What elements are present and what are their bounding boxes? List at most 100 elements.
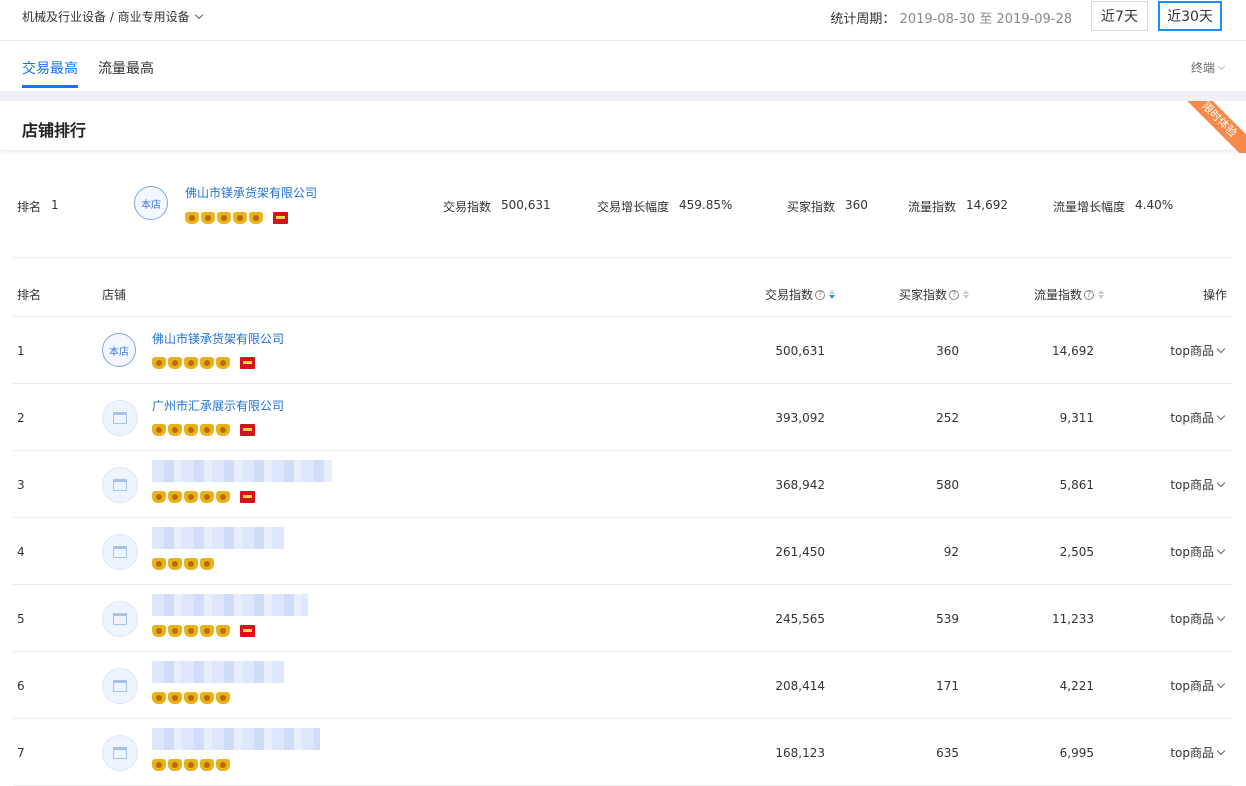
period-end: 2019-09-28 xyxy=(996,12,1072,27)
cell-buyers-index: 360 xyxy=(936,344,959,358)
terminal-select[interactable]: 终端 xyxy=(1191,59,1226,76)
section-title: 店铺排行 xyxy=(22,121,87,140)
crown-icon xyxy=(216,759,230,771)
blurred-shop-name xyxy=(152,594,308,616)
tmall-badge-icon xyxy=(273,212,288,224)
sort-icon[interactable] xyxy=(963,290,970,299)
top-products-dropdown[interactable]: top商品 xyxy=(1170,342,1226,359)
row-rank: 3 xyxy=(17,478,25,492)
shop-badges xyxy=(152,491,255,503)
tmall-badge-icon xyxy=(240,357,255,369)
crown-icon xyxy=(200,491,214,503)
help-icon[interactable]: ? xyxy=(815,289,826,300)
shop-badges xyxy=(152,424,255,436)
cell-buyers-index: 252 xyxy=(936,411,959,425)
table-row: 4 261,450 92 2,505 top商品 xyxy=(13,518,1232,585)
header-traffic-index-label: 流量指数 xyxy=(1034,288,1083,302)
header-traffic-index[interactable]: 流量指数 ? xyxy=(1034,286,1105,303)
shop-badges xyxy=(152,357,255,369)
top-products-dropdown[interactable]: top商品 xyxy=(1170,543,1226,560)
tab-top-trade[interactable]: 交易最高 xyxy=(22,58,78,78)
cell-buyers-index: 539 xyxy=(936,612,959,626)
blurred-shop-name xyxy=(152,527,284,549)
chevron-down-icon xyxy=(1216,612,1226,622)
shop-avatar xyxy=(102,467,138,503)
crown-icon xyxy=(168,692,182,704)
store-icon xyxy=(113,680,127,692)
top-products-dropdown[interactable]: top商品 xyxy=(1170,610,1226,627)
crown-icon xyxy=(184,491,198,503)
range-7-days-button[interactable]: 近7天 xyxy=(1091,1,1148,31)
summary-badges xyxy=(185,212,288,224)
summary-rank-label: 排名 xyxy=(17,200,42,214)
crown-icon xyxy=(168,424,182,436)
top-products-label: top商品 xyxy=(1170,411,1214,425)
cell-buyers-index: 92 xyxy=(943,545,959,559)
crown-icon xyxy=(152,491,166,503)
cell-traffic-index: 4,221 xyxy=(1059,679,1094,693)
crown-icon xyxy=(152,692,166,704)
crown-icon xyxy=(185,212,199,224)
crown-icon xyxy=(184,625,198,637)
header-operation: 操作 xyxy=(1203,288,1228,302)
header-buyers-index[interactable]: 买家指数 ? xyxy=(899,286,970,303)
help-icon[interactable]: ? xyxy=(1084,289,1095,300)
help-icon[interactable]: ? xyxy=(949,289,960,300)
sort-icon[interactable] xyxy=(1098,290,1105,299)
shop-badges xyxy=(152,625,255,637)
tab-top-traffic[interactable]: 流量最高 xyxy=(98,58,154,78)
crown-icon xyxy=(184,692,198,704)
my-shop-avatar: 本店 xyxy=(102,333,136,367)
top-products-label: top商品 xyxy=(1170,344,1214,358)
shop-avatar xyxy=(102,735,138,771)
chevron-down-icon xyxy=(1216,746,1226,756)
range-30-days-button[interactable]: 近30天 xyxy=(1158,1,1222,31)
crown-icon xyxy=(184,424,198,436)
top-products-dropdown[interactable]: top商品 xyxy=(1170,409,1226,426)
summary-trade-index: 500,631 xyxy=(501,198,551,212)
crown-icon xyxy=(168,625,182,637)
crown-icon xyxy=(184,357,198,369)
chevron-down-icon xyxy=(1216,545,1226,555)
store-icon xyxy=(113,412,127,424)
tab-bar: 交易最高 流量最高 终端 xyxy=(0,41,1246,91)
crown-icon xyxy=(152,759,166,771)
top-products-label: top商品 xyxy=(1170,478,1214,492)
shop-avatar xyxy=(102,668,138,704)
top-products-dropdown[interactable]: top商品 xyxy=(1170,744,1226,761)
chevron-down-icon xyxy=(194,10,203,20)
top-products-dropdown[interactable]: top商品 xyxy=(1170,677,1226,694)
header-rank: 排名 xyxy=(17,288,42,302)
table-row: 1 本店 佛山市镁承货架有限公司 500,631 360 14,692 top商品 xyxy=(13,317,1232,384)
summary-buyers-label: 买家指数 xyxy=(787,200,836,214)
active-tab-indicator xyxy=(22,85,78,88)
header-trade-index[interactable]: 交易指数 ? xyxy=(765,286,836,303)
corner-ribbon: 限时体验 xyxy=(1186,101,1246,153)
top-products-dropdown[interactable]: top商品 xyxy=(1170,476,1226,493)
sort-icon[interactable] xyxy=(829,290,836,299)
summary-rank: 1 xyxy=(51,198,59,212)
shop-name-link[interactable]: 佛山市镁承货架有限公司 xyxy=(152,330,284,347)
category-breadcrumb[interactable]: 机械及行业设备 / 商业专用设备 xyxy=(22,8,203,25)
summary-traffic-growth: 4.40% xyxy=(1135,198,1174,212)
store-icon xyxy=(113,479,127,491)
chevron-down-icon xyxy=(1216,679,1226,689)
row-rank: 7 xyxy=(17,746,25,760)
breadcrumb-text: 机械及行业设备 / 商业专用设备 xyxy=(22,10,190,24)
shop-badges xyxy=(152,558,214,570)
cell-traffic-index: 14,692 xyxy=(1052,344,1094,358)
crown-icon xyxy=(216,625,230,637)
store-icon xyxy=(113,613,127,625)
crown-icon xyxy=(216,424,230,436)
crown-icon xyxy=(200,692,214,704)
row-rank: 4 xyxy=(17,545,25,559)
crown-icon xyxy=(168,759,182,771)
cell-trade-index: 261,450 xyxy=(775,545,825,559)
crown-icon xyxy=(216,491,230,503)
cell-traffic-index: 11,233 xyxy=(1052,612,1094,626)
cell-traffic-index: 2,505 xyxy=(1059,545,1094,559)
shop-name-link[interactable]: 广州市汇承展示有限公司 xyxy=(152,397,284,414)
cell-buyers-index: 171 xyxy=(936,679,959,693)
summary-traffic: 14,692 xyxy=(966,198,1008,212)
summary-shop-name[interactable]: 佛山市镁承货架有限公司 xyxy=(185,184,317,201)
